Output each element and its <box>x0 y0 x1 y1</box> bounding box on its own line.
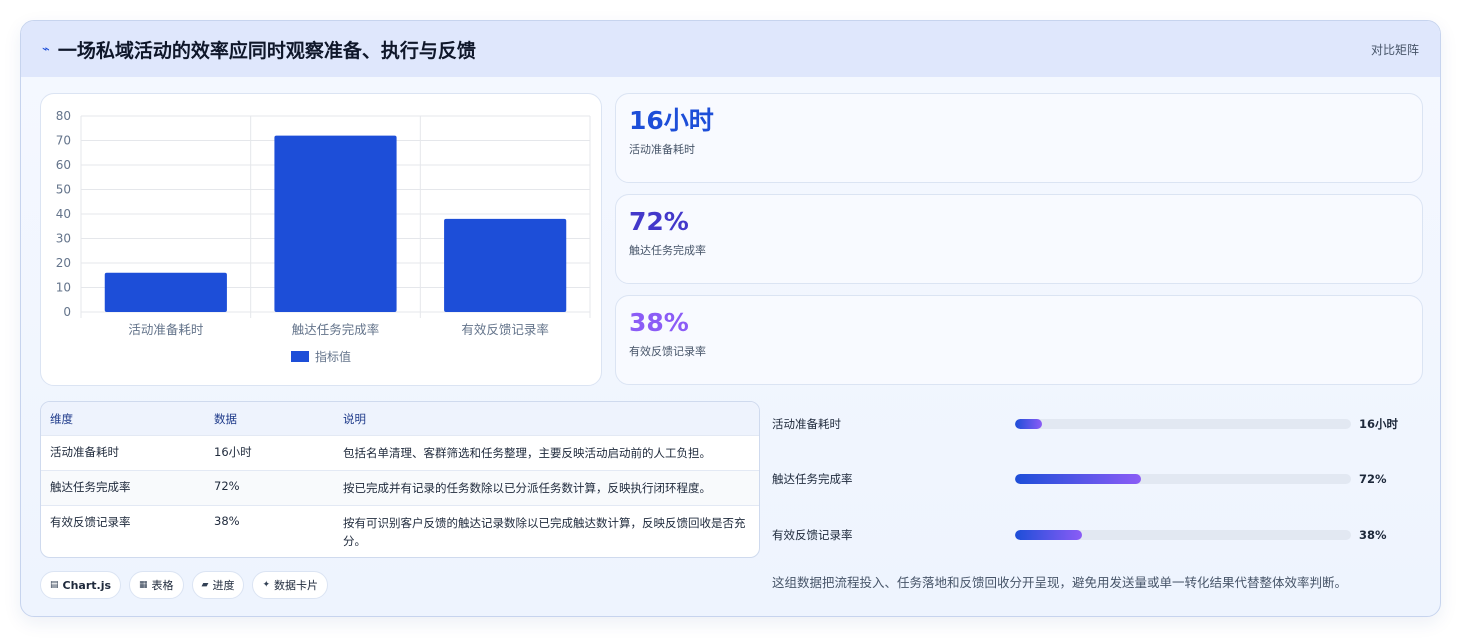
progress-row: 触达任务完成率 72% <box>772 469 1432 489</box>
x-tick-label: 有效反馈记录率 <box>461 322 549 337</box>
table-cell: 16小时 <box>214 445 252 459</box>
progress-label: 触达任务完成率 <box>772 472 853 486</box>
column-header: 维度 <box>50 411 73 426</box>
pulse-icon: ⌁ <box>42 41 50 57</box>
table-row: 触达任务完成率 72% 按已完成并有记录的任务数除以已分派任务数计算，反映执行闭… <box>41 470 759 505</box>
kpi-value: 38% <box>629 308 689 337</box>
tag-chartjs[interactable]: ▤ Chart.js <box>40 571 122 599</box>
kpi-card-prep-time: 16小时 活动准备耗时 <box>615 93 1423 183</box>
y-tick-label: 60 <box>56 158 71 172</box>
progress-label: 活动准备耗时 <box>772 417 841 431</box>
table-row: 活动准备耗时 16小时 包括名单清理、客群筛选和任务整理，主要反映活动启动前的人… <box>41 435 759 470</box>
x-tick-label: 触达任务完成率 <box>292 322 380 337</box>
bar <box>104 272 227 312</box>
table-cell: 按有可识别客户反馈的触达记录数除以已完成触达数计算，反映反馈回收是否充分。 <box>343 516 746 548</box>
progress-fill <box>1015 530 1083 540</box>
comparison-matrix-label[interactable]: 对比矩阵 <box>1371 41 1419 58</box>
progress-label: 有效反馈记录率 <box>772 528 853 542</box>
tag-label: Chart.js <box>62 578 112 592</box>
kpi-card-task-completion: 72% 触达任务完成率 <box>615 194 1423 284</box>
bar <box>444 218 567 312</box>
progress-track <box>1015 419 1351 429</box>
progress-value: 16小时 <box>1359 417 1399 431</box>
metrics-table: 维度 数据 说明 活动准备耗时 16小时 包括名单清理、客群筛选和任务整理，主要… <box>40 401 760 558</box>
progress-value: 38% <box>1359 528 1387 542</box>
table-cell: 72% <box>214 479 240 493</box>
progress-row: 有效反馈记录率 38% <box>772 525 1432 545</box>
progress-fill <box>1015 419 1042 429</box>
table-cell: 有效反馈记录率 <box>50 515 131 529</box>
legend-label: 指标值 <box>315 349 351 364</box>
column-header: 数据 <box>214 411 237 426</box>
table-cell: 触达任务完成率 <box>50 480 131 494</box>
bar-chart-panel: 0 10 20 30 40 50 60 70 80 活动准备耗时 触达任务完成率 有效反馈记录率指标值 <box>40 93 602 386</box>
progress-track <box>1015 530 1351 540</box>
y-tick-label: 10 <box>56 281 71 295</box>
table-cell: 按已完成并有记录的任务数除以已分派任务数计算，反映执行闭环程度。 <box>343 481 711 495</box>
y-tick-label: 50 <box>56 183 71 197</box>
chart-icon: ▤ <box>50 580 59 590</box>
x-tick-label: 活动准备耗时 <box>128 322 204 337</box>
tag-label: 数据卡片 <box>274 579 319 592</box>
kpi-value: 72% <box>629 207 689 236</box>
dashboard-card: ⌁ 一场私域活动的效率应同时观察准备、执行与反馈 对比矩阵 0 10 20 30 40 5… <box>20 20 1441 617</box>
table-icon: ▦ <box>139 580 148 590</box>
kpi-label: 活动准备耗时 <box>629 143 695 156</box>
table-cell: 38% <box>214 514 240 528</box>
y-tick-label: 70 <box>56 134 71 148</box>
table-row: 有效反馈记录率 38% 按有可识别客户反馈的触达记录数除以已完成触达数计算，反映… <box>41 505 759 557</box>
progress-track <box>1015 474 1351 484</box>
y-tick-label: 30 <box>56 232 71 246</box>
bar <box>274 135 397 312</box>
table-cell: 包括名单清理、客群筛选和任务整理，主要反映活动启动前的人工负担。 <box>343 446 711 460</box>
legend-swatch <box>291 351 309 362</box>
header-left: ⌁ 一场私域活动的效率应同时观察准备、执行与反馈 <box>42 36 476 63</box>
kpi-value: 16小时 <box>629 106 714 135</box>
progress-row: 活动准备耗时 16小时 <box>772 414 1432 434</box>
table-cell: 活动准备耗时 <box>50 445 119 459</box>
kpi-label: 触达任务完成率 <box>629 244 706 257</box>
y-tick-label: 20 <box>56 256 71 270</box>
progress-fill <box>1015 474 1141 484</box>
kpi-label: 有效反馈记录率 <box>629 345 706 358</box>
y-tick-label: 40 <box>56 207 71 221</box>
summary-note: 这组数据把流程投入、任务落地和反馈回收分开呈现，避免用发送量或单一转化结果代替整… <box>772 575 1348 590</box>
sparkle-icon: ✦ <box>262 580 271 590</box>
tag-data-card[interactable]: ✦ 数据卡片 <box>252 571 329 599</box>
tag-table[interactable]: ▦ 表格 <box>129 571 184 599</box>
card-header: ⌁ 一场私域活动的效率应同时观察准备、执行与反馈 对比矩阵 <box>21 21 1440 77</box>
tag-list: ▤ Chart.js ▦ 表格 ▰ 进度 ✦ 数据卡片 <box>40 571 329 599</box>
y-tick-label: 80 <box>56 109 71 123</box>
page-title: 一场私域活动的效率应同时观察准备、执行与反馈 <box>57 39 476 62</box>
y-tick-label: 0 <box>63 305 71 319</box>
progress-value: 72% <box>1359 472 1387 486</box>
bar-chart: 0 10 20 30 40 50 60 70 80 活动准备耗时 触达任务完成率 有效反馈记录率指标值 <box>56 109 591 364</box>
progress-icon: ▰ <box>201 580 209 590</box>
table-header-row: 维度 数据 说明 <box>41 402 759 435</box>
tag-progress[interactable]: ▰ 进度 <box>191 571 245 599</box>
tag-label: 表格 <box>151 579 174 592</box>
kpi-card-feedback-rate: 38% 有效反馈记录率 <box>615 295 1423 385</box>
tag-label: 进度 <box>212 579 235 592</box>
column-header: 说明 <box>343 411 366 426</box>
